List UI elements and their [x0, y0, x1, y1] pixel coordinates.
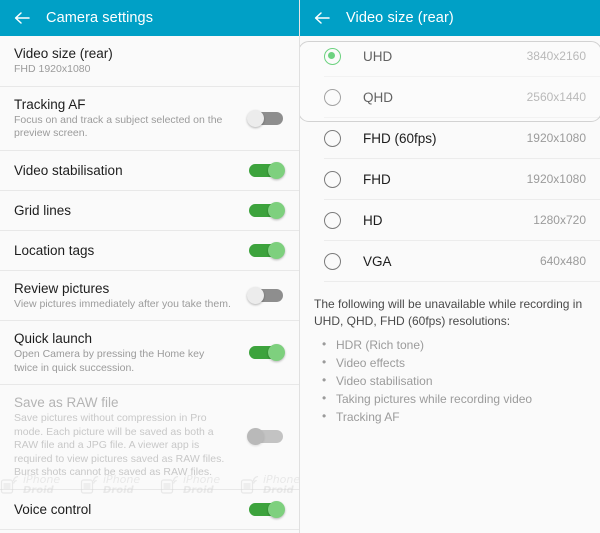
toggle-knob [268, 161, 285, 179]
video-size-resolution: 1920x1080 [526, 131, 586, 145]
settings-row-text: Tracking AF Focus on and track a subject … [14, 87, 239, 150]
settings-row[interactable]: Save as RAW file Save pictures without co… [0, 385, 299, 490]
toggle-switch [247, 428, 285, 446]
video-size-resolution: 640x480 [539, 254, 586, 268]
settings-row-title: Video size (rear) [14, 46, 113, 61]
video-size-label: VGA [363, 253, 392, 269]
settings-row-subtitle: Open Camera by pressing the Home key twi… [14, 348, 205, 374]
settings-row[interactable]: Voice control [0, 490, 299, 530]
settings-list: Video size (rear) FHD 1920x1080 Tracking A… [0, 36, 299, 533]
note-items: HDR (Rich tone)Video effectsVideo stabil… [314, 335, 586, 426]
right-appbar: Video size (rear) [300, 0, 600, 36]
video-size-label: QHD [363, 89, 393, 105]
radio-unchecked-icon[interactable] [324, 88, 341, 106]
toggle-switch[interactable] [247, 286, 285, 304]
radio-unchecked-icon[interactable] [324, 129, 341, 147]
settings-row-title: Review pictures [14, 280, 110, 296]
settings-row-title: Quick launch [14, 331, 93, 346]
video-size-label: UHD [363, 48, 393, 64]
settings-row-text: Review pictures View pictures immediately… [14, 271, 239, 321]
toggle-knob [247, 286, 264, 304]
toggle-knob [268, 201, 285, 219]
settings-row-subtitle: Save pictures without compression in Pro… [14, 412, 225, 478]
settings-row-title: Tracking AF [14, 96, 86, 112]
page-title: Camera settings [46, 10, 154, 26]
settings-row[interactable]: Video size (rear) FHD 1920x1080 [0, 36, 299, 87]
settings-row[interactable]: Volume keys function [0, 530, 299, 533]
settings-row-title: Voice control [14, 501, 92, 517]
screen-root: Camera settings Video size (rear) FHD 192… [0, 0, 600, 533]
toggle-switch[interactable] [247, 161, 285, 179]
page-title: Video size (rear) [346, 10, 454, 26]
settings-row-text: Voice control [14, 492, 239, 527]
settings-row-text: Video size (rear) FHD 1920x1080 [14, 36, 285, 86]
settings-row-title: Grid lines [14, 202, 72, 218]
note-item: HDR (Rich tone) [314, 335, 586, 354]
camera-settings-panel: Camera settings Video size (rear) FHD 192… [0, 0, 299, 533]
settings-row-text: Video stabilisation [14, 153, 239, 188]
settings-row[interactable]: Location tags [0, 231, 299, 271]
note-heading: The following will be unavailable while … [314, 297, 583, 328]
toggle-switch[interactable] [247, 344, 285, 361]
toggle-knob [268, 344, 285, 361]
video-size-option[interactable]: FHD (60fps) 1920x1080 [324, 118, 600, 159]
settings-row-subtitle: Focus on and track a subject selected on… [14, 113, 223, 140]
toggle-switch[interactable] [247, 500, 285, 518]
video-size-resolution: 2560x1440 [526, 90, 586, 104]
settings-row-text: Save as RAW file Save pictures without co… [14, 385, 239, 489]
back-arrow-icon[interactable] [312, 8, 332, 28]
settings-row[interactable]: Tracking AF Focus on and track a subject … [0, 87, 299, 151]
video-size-label: FHD [363, 171, 391, 187]
video-size-label: FHD (60fps) [363, 130, 437, 146]
settings-row-text: Quick launch Open Camera by pressing the … [14, 321, 239, 384]
toggle-knob [268, 500, 285, 518]
settings-row[interactable]: Review pictures View pictures immediately… [0, 271, 299, 321]
settings-row[interactable]: Quick launch Open Camera by pressing the … [0, 321, 299, 385]
appbar-separator [299, 0, 300, 36]
radio-checked-icon[interactable] [324, 47, 341, 65]
toggle-switch[interactable] [247, 241, 285, 259]
settings-row-title: Save as RAW file [14, 395, 119, 410]
note-item: Tracking AF [314, 407, 586, 426]
video-size-resolution: 3840x2160 [526, 49, 586, 63]
video-size-label: HD [363, 212, 383, 228]
video-size-resolution: 1280x720 [533, 213, 586, 227]
settings-row-subtitle: View pictures immediately after you take… [14, 297, 231, 310]
settings-row-title: Video stabilisation [14, 162, 123, 178]
video-size-option[interactable]: QHD 2560x1440 [324, 77, 600, 118]
unavailable-features-note: The following will be unavailable while … [300, 282, 600, 426]
radio-unchecked-icon[interactable] [324, 170, 341, 188]
radio-unchecked-icon[interactable] [324, 252, 341, 270]
video-size-option[interactable]: VGA 640x480 [324, 241, 600, 282]
note-item: Video stabilisation [314, 371, 586, 390]
note-item: Taking pictures while recording video [314, 389, 586, 408]
settings-row-text: Grid lines [14, 193, 239, 228]
video-size-resolution: 1920x1080 [526, 172, 586, 186]
video-size-option[interactable]: HD 1280x720 [324, 200, 600, 241]
toggle-knob [268, 241, 285, 259]
video-size-option[interactable]: FHD 1920x1080 [324, 159, 600, 200]
back-arrow-icon[interactable] [12, 8, 32, 28]
note-item: Video effects [314, 353, 586, 372]
video-size-options: UHD 3840x2160 QHD 2560x1440 FHD (60fps) 1920x… [300, 36, 600, 282]
toggle-knob [247, 109, 264, 127]
settings-row-text: Location tags [14, 233, 239, 268]
settings-row[interactable]: Video stabilisation [0, 151, 299, 191]
left-appbar: Camera settings [0, 0, 299, 36]
settings-row-subtitle: FHD 1920x1080 [14, 63, 91, 75]
toggle-switch[interactable] [247, 201, 285, 219]
settings-row[interactable]: Grid lines [0, 191, 299, 231]
radio-unchecked-icon[interactable] [324, 211, 341, 229]
video-size-option[interactable]: UHD 3840x2160 [324, 36, 600, 77]
video-size-panel: Video size (rear) UHD 3840x2160 QHD 2560x14… [300, 0, 600, 533]
settings-row-title: Location tags [14, 242, 95, 258]
toggle-switch[interactable] [247, 109, 285, 127]
